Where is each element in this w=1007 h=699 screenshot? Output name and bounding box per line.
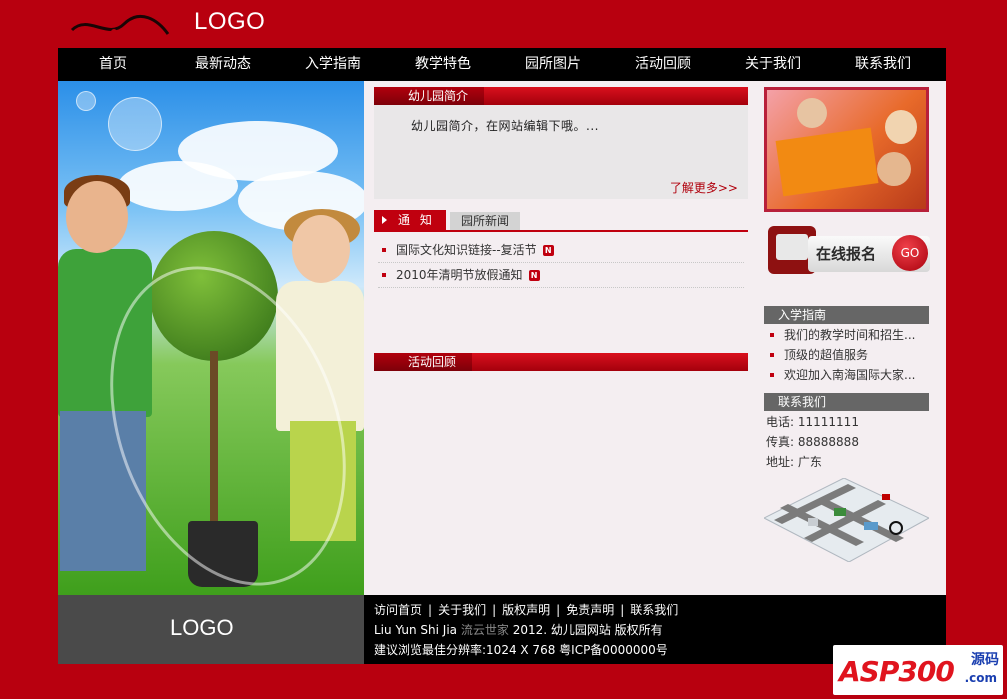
go-button[interactable]: GO	[892, 235, 928, 271]
brand-swirl-icon	[70, 14, 170, 35]
asp300-watermark-logo: ASP300 源码 .com	[833, 645, 1003, 695]
nav-item-news[interactable]: 最新动态	[168, 48, 278, 81]
fax-label: 传真:	[766, 435, 795, 449]
header-logo-text[interactable]: LOGO	[194, 8, 265, 36]
footer-separator: |	[492, 603, 497, 617]
new-badge-icon: N	[528, 270, 540, 281]
hero-logo-text: LOGO	[170, 615, 234, 640]
watermark-asp: ASP300	[839, 655, 955, 688]
footer-link-contact[interactable]: 联系我们	[630, 603, 678, 617]
notice-item-text[interactable]: 2010年清明节放假通知	[396, 268, 523, 282]
activities-title: 活动回顾	[374, 353, 473, 371]
address-label: 地址:	[766, 455, 795, 469]
nav-item-activities[interactable]: 活动回顾	[608, 48, 718, 81]
main-frame: 首页 最新动态 入学指南 教学特色 园所图片 活动回顾 关于我们 联系我们 LO…	[58, 48, 946, 664]
online-signup-banner[interactable]: 在线报名 GO	[764, 218, 932, 290]
tab-school-news[interactable]: 园所新闻	[450, 212, 520, 230]
intro-text: 幼儿园简介，在网站编辑下哦。...	[411, 119, 599, 133]
main-nav: 首页 最新动态 入学指南 教学特色 园所图片 活动回顾 关于我们 联系我们	[58, 48, 946, 81]
footer-icp: 建议浏览最佳分辨率:1024 X 768 粤ICP备0000000号	[374, 643, 668, 657]
copyright-suffix: 2012. 幼儿园网站 版权所有	[512, 623, 663, 637]
footer-separator: |	[428, 603, 433, 617]
copyright-prefix: Liu Yun Shi Jia	[374, 623, 458, 637]
address-value: 广东	[797, 455, 822, 469]
intro-box: 幼儿园简介，在网站编辑下哦。... 了解更多>>	[374, 105, 748, 199]
copyright-brand: 流云世家	[460, 623, 509, 637]
location-map-icon[interactable]	[762, 477, 931, 563]
nav-item-photos[interactable]: 园所图片	[498, 48, 608, 81]
nav-item-home[interactable]: 首页	[58, 48, 168, 81]
tab-notice[interactable]: 通 知	[374, 210, 446, 230]
footer-link-home[interactable]: 访问首页	[374, 603, 422, 617]
notice-list: 国际文化知识链接--复活节 N 2010年清明节放假通知 N	[378, 238, 744, 288]
list-item[interactable]: 欢迎加入南海国际大家...	[766, 365, 930, 385]
footer-copyright: Liu Yun Shi Jia 流云世家 2012. 幼儿园网站 版权所有	[374, 621, 663, 638]
intro-header: 幼儿园简介	[374, 87, 748, 105]
guide-title: 入学指南	[764, 306, 929, 324]
classroom-photo[interactable]	[764, 87, 929, 212]
activities-header: 活动回顾	[374, 353, 748, 371]
notice-item-text[interactable]: 国际文化知识链接--复活节	[396, 243, 537, 257]
list-item[interactable]: 2010年清明节放假通知 N	[378, 263, 744, 288]
footer-link-about[interactable]: 关于我们	[438, 603, 486, 617]
brand-calligraphy-logo[interactable]	[68, 4, 172, 44]
list-item[interactable]: 顶级的超值服务	[766, 345, 930, 365]
list-item[interactable]: 我们的教学时间和招生...	[766, 325, 930, 345]
footer-links: 访问首页 | 关于我们 | 版权声明 | 免责声明 | 联系我们	[374, 601, 678, 618]
nav-item-contact[interactable]: 联系我们	[828, 48, 938, 81]
phone-label: 电话:	[766, 415, 795, 429]
nav-item-about[interactable]: 关于我们	[718, 48, 828, 81]
phone-value: 11111111	[797, 415, 859, 429]
nav-item-admission[interactable]: 入学指南	[278, 48, 388, 81]
fax-value: 88888888	[797, 435, 859, 449]
footer-separator: |	[620, 603, 625, 617]
notice-tabs: 通 知 园所新闻	[374, 210, 748, 232]
footer-link-copyright[interactable]: 版权声明	[502, 603, 550, 617]
footer-separator: |	[556, 603, 561, 617]
hero-image	[58, 81, 364, 595]
new-badge-icon: N	[542, 245, 554, 256]
footer-link-disclaimer[interactable]: 免责声明	[566, 603, 614, 617]
guide-list: 我们的教学时间和招生... 顶级的超值服务 欢迎加入南海国际大家...	[766, 325, 930, 385]
intro-title: 幼儿园简介	[374, 87, 485, 105]
nav-item-teaching[interactable]: 教学特色	[388, 48, 498, 81]
watermark-com: .com	[964, 671, 997, 685]
list-item[interactable]: 国际文化知识链接--复活节 N	[378, 238, 744, 263]
contact-title: 联系我们	[764, 393, 929, 411]
contact-info: 电话: 11111111 传真: 88888888 地址: 广东	[766, 412, 859, 472]
hero-logo-bar: LOGO	[58, 595, 364, 664]
watermark-cn: 源码	[971, 652, 999, 668]
intro-more-link[interactable]: 了解更多>>	[670, 179, 738, 196]
